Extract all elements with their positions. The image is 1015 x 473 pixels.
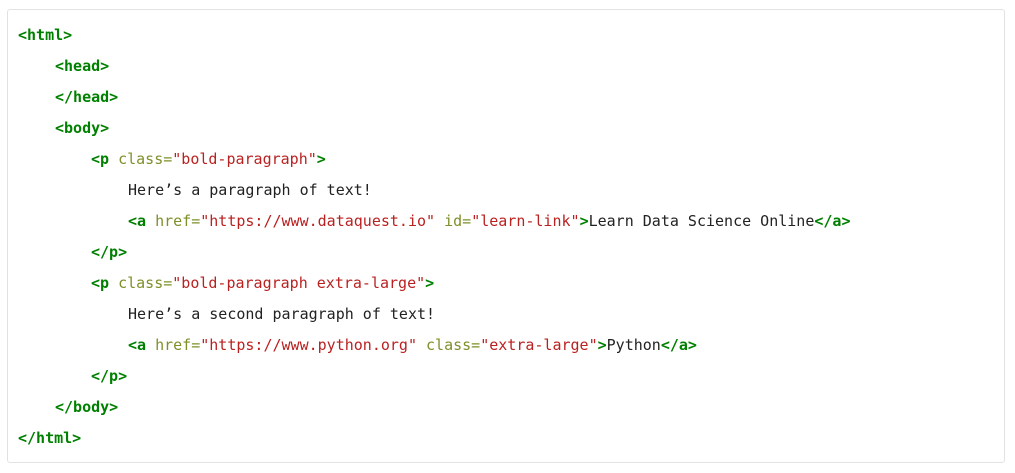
link2-href-value: "https://www.python.org" [200, 336, 417, 354]
p2-class-value: "bold-paragraph extra-large" [172, 274, 426, 292]
link2-open-tag: <a [128, 336, 147, 354]
p2-class-attr: class= [118, 274, 173, 292]
p1-text: Here’s a paragraph of text! [128, 181, 372, 199]
p1-class-attr: class= [118, 150, 173, 168]
p2-text: Here’s a second paragraph of text! [128, 305, 436, 323]
link1-href-value: "https://www.dataquest.io" [200, 212, 436, 230]
link2-open-tag-end: > [597, 336, 607, 354]
code-line-p1-text: Here’s a paragraph of text! [18, 179, 851, 210]
link2-text: Python [606, 336, 661, 354]
p1-class-value: "bold-paragraph" [172, 150, 317, 168]
code-line-p1-close: </p> [18, 241, 851, 272]
link2-class-attr: class= [426, 336, 481, 354]
code-line-p2-open: <p class="bold-paragraph extra-large"> [18, 272, 851, 303]
p1-open-tag: <p [91, 150, 110, 168]
code-line-body-close: </body> [18, 396, 851, 427]
p1-open-tag-end: > [316, 150, 326, 168]
code-line-head-close: </head> [18, 86, 851, 117]
code-line-link2: <a href="https://www.python.org" class="… [18, 334, 851, 365]
link1-id-attr: id= [444, 212, 472, 230]
code-line-p2-text: Here’s a second paragraph of text! [18, 303, 851, 334]
link1-text: Learn Data Science Online [588, 212, 815, 230]
link1-close-tag: </a> [814, 212, 851, 230]
code-line-p2-close: </p> [18, 365, 851, 396]
code-line-head-open: <head> [18, 55, 851, 86]
link1-open-tag-end: > [579, 212, 589, 230]
link1-id-value: "learn-link" [471, 212, 580, 230]
html-open-tag: <html> [18, 26, 73, 44]
code-line-body-open: <body> [18, 117, 851, 148]
link1-open-tag: <a [128, 212, 147, 230]
link2-class-value: "extra-large" [480, 336, 598, 354]
p1-close-tag: </p> [91, 243, 128, 261]
p2-open-tag: <p [91, 274, 110, 292]
code-line-p1-open: <p class="bold-paragraph"> [18, 148, 851, 179]
head-open-tag: <head> [55, 57, 110, 75]
html-close-tag: </html> [18, 429, 82, 447]
code-panel: <html> <head> </head> <body> <p class="b… [7, 9, 1005, 463]
body-close-tag: </body> [55, 398, 119, 416]
code-line-html-open: <html> [18, 24, 851, 55]
p2-close-tag: </p> [91, 367, 128, 385]
link2-close-tag: </a> [660, 336, 697, 354]
head-close-tag: </head> [55, 88, 119, 106]
code-line-html-close: </html> [18, 427, 851, 458]
link2-href-attr: href= [155, 336, 201, 354]
link1-href-attr: href= [155, 212, 201, 230]
code-line-link1: <a href="https://www.dataquest.io" id="l… [18, 210, 851, 241]
p2-open-tag-end: > [425, 274, 435, 292]
body-open-tag: <body> [55, 119, 110, 137]
code-block: <html> <head> </head> <body> <p class="b… [18, 24, 851, 458]
